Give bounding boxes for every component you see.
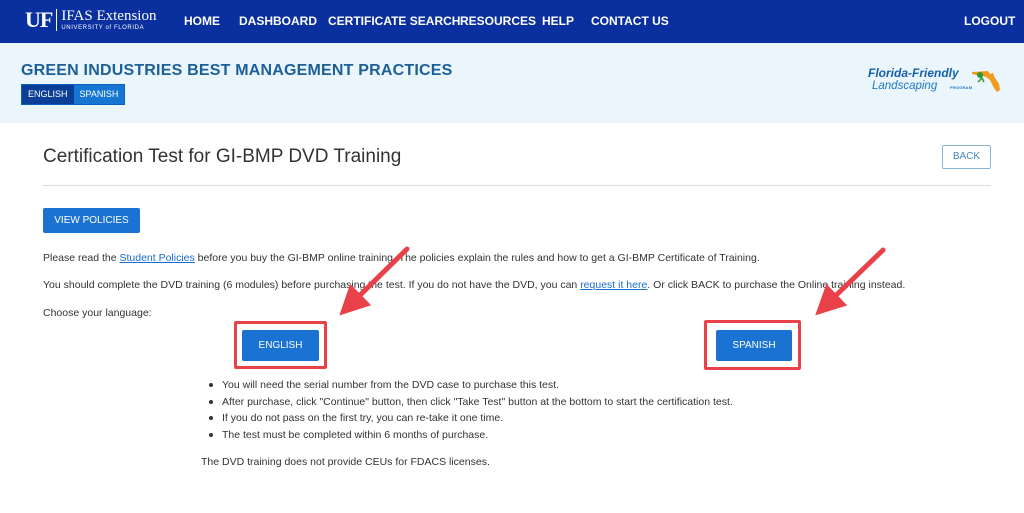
logo-main-text: IFAS Extension	[61, 8, 157, 24]
test-info-list: You will need the serial number from the…	[207, 377, 733, 443]
policies-paragraph: Please read the Student Policies before …	[43, 252, 760, 265]
ffl-tag: PROGRAM	[950, 85, 973, 90]
list-item: The test must be completed within 6 mont…	[207, 427, 733, 444]
list-item: After purchase, click "Continue" button,…	[207, 394, 733, 411]
nav-resources[interactable]: RESOURCES	[460, 14, 536, 28]
site-language-toggle: ENGLISH SPANISH	[21, 84, 126, 105]
dvd-text-after: . Or click BACK to purchase the Online t…	[647, 279, 906, 291]
page-title: Certification Test for GI-BMP DVD Traini…	[43, 146, 402, 167]
site-lang-spanish[interactable]: SPANISH	[73, 85, 125, 104]
nav-help[interactable]: HELP	[542, 14, 574, 28]
uf-ifas-logo[interactable]: UF IFAS Extension UNIVERSITY of FLORIDA	[25, 9, 156, 32]
list-item: You will need the serial number from the…	[207, 377, 733, 394]
arrow-to-spanish	[815, 247, 886, 316]
florida-friendly-landscaping-logo: Florida-Friendly Landscaping PROGRAM	[866, 66, 1004, 96]
dvd-paragraph: You should complete the DVD training (6 …	[43, 279, 905, 292]
ffl-line1: Florida-Friendly	[868, 66, 959, 80]
choose-language-label: Choose your language:	[43, 307, 152, 319]
view-policies-button[interactable]: VIEW POLICIES	[43, 208, 140, 233]
nav-contact-us[interactable]: CONTACT US	[591, 14, 669, 28]
logo-uf-text: UF	[25, 7, 53, 32]
request-dvd-link[interactable]: request it here	[580, 279, 647, 291]
ceu-note: The DVD training does not provide CEUs f…	[201, 456, 490, 468]
english-test-button[interactable]: ENGLISH	[242, 330, 319, 361]
site-lang-english[interactable]: ENGLISH	[22, 85, 74, 104]
policies-text-before: Please read the	[43, 252, 120, 264]
heading-divider	[43, 185, 991, 186]
student-policies-link[interactable]: Student Policies	[119, 252, 194, 264]
logo-divider	[56, 9, 58, 31]
top-navbar: UF IFAS Extension UNIVERSITY of FLORIDA …	[0, 0, 1024, 43]
dvd-text-before: You should complete the DVD training (6 …	[43, 279, 581, 291]
logo-sub-text: UNIVERSITY of FLORIDA	[61, 25, 145, 31]
nav-logout[interactable]: LOGOUT	[964, 14, 1015, 28]
nav-certificate-search[interactable]: CERTIFICATE SEARCH	[328, 14, 460, 28]
list-item: If you do not pass on the first try, you…	[207, 410, 733, 427]
ffl-line2: Landscaping	[872, 80, 938, 92]
back-button[interactable]: BACK	[942, 145, 991, 169]
site-title: GREEN INDUSTRIES BEST MANAGEMENT PRACTIC…	[21, 62, 453, 79]
florida-state-icon	[972, 71, 1000, 92]
policies-text-after: before you buy the GI-BMP online trainin…	[194, 252, 760, 264]
spanish-test-button[interactable]: SPANISH	[716, 330, 792, 361]
nav-home[interactable]: HOME	[184, 14, 220, 28]
nav-dashboard[interactable]: DASHBOARD	[239, 14, 317, 28]
logo-text-block: IFAS Extension UNIVERSITY of FLORIDA	[61, 9, 156, 32]
